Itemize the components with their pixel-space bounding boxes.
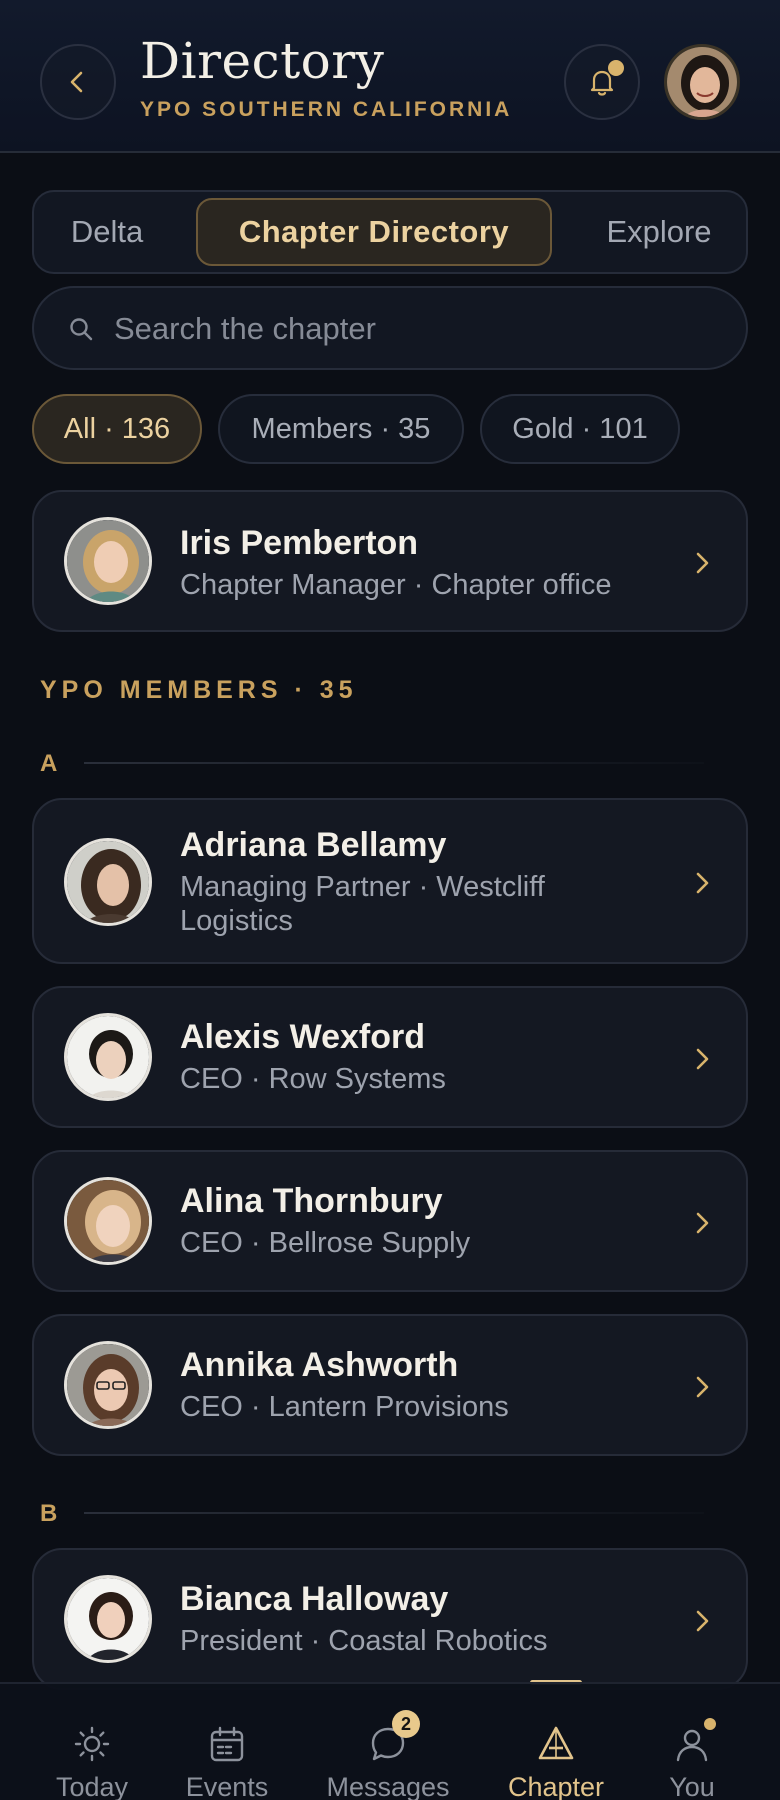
chevron-right-icon — [696, 1048, 709, 1070]
page-title: Directory — [140, 32, 385, 90]
avatar — [64, 1575, 152, 1663]
user-avatar[interactable] — [664, 44, 740, 120]
tab-explore[interactable]: Explore — [574, 198, 744, 266]
filter-chip-members[interactable]: Members · 35 — [218, 394, 464, 464]
tab-label: Events — [185, 1772, 269, 1800]
unread-badge: 2 — [392, 1710, 420, 1738]
member-name: Bianca Halloway — [180, 1580, 449, 1618]
chevron-right-icon — [696, 872, 709, 894]
search-bar — [32, 286, 748, 370]
tab-you[interactable]: You — [622, 1684, 762, 1800]
member-name: Alexis Wexford — [180, 1018, 426, 1056]
avatar — [64, 517, 152, 605]
member-name: Alina Thornbury — [180, 1182, 443, 1220]
chapter-a-icon — [536, 1724, 576, 1764]
member-role: President · Coastal Robotics — [180, 1625, 548, 1657]
tab-label: Chapter — [507, 1772, 605, 1800]
tab-chapter[interactable]: Chapter — [486, 1684, 626, 1800]
notification-dot — [608, 60, 624, 76]
bottom-tab-bar: Today Events 2 Messages Chapter You — [0, 1682, 780, 1800]
filter-chip-all[interactable]: All · 136 — [32, 394, 202, 464]
group-letter: B — [40, 1500, 58, 1527]
tab-chapter-directory[interactable]: Chapter Directory — [196, 198, 552, 266]
notifications-button[interactable] — [564, 44, 640, 120]
member-card[interactable]: Adriana Bellamy Managing Partner · Westc… — [32, 798, 748, 964]
avatar — [64, 1341, 152, 1429]
group-letter: A — [40, 750, 58, 777]
tab-today[interactable]: Today — [22, 1684, 162, 1800]
member-role: CEO · Row Systems — [180, 1063, 446, 1095]
chevron-left-icon — [70, 71, 83, 93]
person-icon — [672, 1718, 716, 1764]
avatar — [64, 838, 152, 926]
member-card[interactable]: Bianca Halloway President · Coastal Robo… — [32, 1548, 748, 1690]
filter-chip-gold[interactable]: Gold · 101 — [480, 394, 680, 464]
chevron-right-icon — [696, 1610, 709, 1632]
sun-icon — [72, 1724, 112, 1764]
back-button[interactable] — [40, 44, 116, 120]
member-role: CEO · Lantern Provisions — [180, 1391, 509, 1423]
member-name: Adriana Bellamy — [180, 826, 447, 864]
tab-label: Messages — [326, 1772, 450, 1800]
chevron-right-icon — [696, 1212, 709, 1234]
search-icon — [70, 318, 93, 341]
manager-role: Chapter Manager · Chapter office — [180, 569, 612, 601]
divider — [84, 762, 704, 764]
tab-label: Today — [55, 1772, 129, 1800]
member-card[interactable]: Alexis Wexford CEO · Row Systems — [32, 986, 748, 1128]
chevron-right-icon — [696, 552, 709, 574]
member-card[interactable]: Annika Ashworth CEO · Lantern Provisions — [32, 1314, 748, 1456]
member-name: Annika Ashworth — [180, 1346, 459, 1384]
tab-label: You — [669, 1772, 715, 1800]
chat-bubble-icon: 2 — [368, 1710, 420, 1764]
avatar — [64, 1013, 152, 1101]
avatar — [64, 1177, 152, 1265]
app-header: Directory YPO SOUTHERN CALIFORNIA — [0, 0, 780, 153]
manager-card[interactable]: Iris Pemberton Chapter Manager · Chapter… — [32, 490, 748, 632]
manager-name: Iris Pemberton — [180, 524, 419, 562]
search-input[interactable] — [114, 304, 714, 354]
tab-messages[interactable]: 2 Messages — [318, 1684, 458, 1800]
member-role: CEO · Bellrose Supply — [180, 1227, 471, 1259]
divider — [84, 1512, 704, 1514]
status-dot — [704, 1718, 716, 1730]
member-card[interactable]: Alina Thornbury CEO · Bellrose Supply — [32, 1150, 748, 1292]
calendar-icon — [207, 1724, 247, 1764]
tab-delta[interactable]: Delta — [42, 198, 172, 266]
section-title: YPO MEMBERS · 35 — [40, 676, 358, 704]
directory-tabs: Delta Chapter Directory Explore — [32, 190, 748, 274]
chevron-right-icon — [696, 1376, 709, 1398]
chapter-subtitle: YPO SOUTHERN CALIFORNIA — [140, 98, 513, 121]
tab-events[interactable]: Events — [157, 1684, 297, 1800]
member-role: Managing Partner · Westcliff Logistics — [180, 871, 545, 937]
